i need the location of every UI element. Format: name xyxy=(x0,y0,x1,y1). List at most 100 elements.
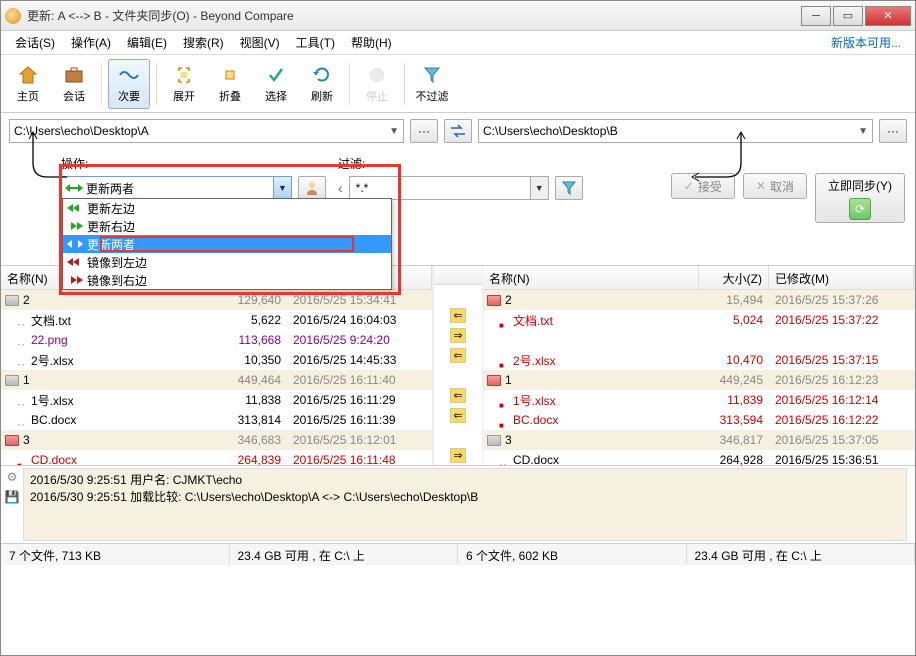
filter-combo[interactable]: *.* ▼ xyxy=(349,176,549,200)
path-bar: C:\Users\echo\Desktop\A▼ ··· C:\Users\ec… xyxy=(1,113,915,149)
new-version-link[interactable]: 新版本可用... xyxy=(823,34,909,51)
menubar: 会话(S) 操作(A) 编辑(E) 搜索(R) 视图(V) 工具(T) 帮助(H… xyxy=(1,31,915,55)
action-cell[interactable]: ⇐ xyxy=(434,405,482,425)
log-line: 2016/5/30 9:25:51 加载比较: C:\Users\echo\De… xyxy=(30,488,900,505)
minimize-button[interactable]: ─ xyxy=(801,6,831,26)
filter-dropdown-button[interactable]: ▼ xyxy=(530,177,548,199)
close-button[interactable]: ✕ xyxy=(865,6,911,26)
file-row[interactable]: BC.docx313,8142016/5/25 16:11:39 xyxy=(1,410,432,430)
gear-icon[interactable]: ⚙ xyxy=(7,470,18,484)
file-row[interactable]: BC.docx313,5942016/5/25 16:12:22 xyxy=(483,410,914,430)
maximize-button[interactable]: ▭ xyxy=(833,6,863,26)
controls-area: 操作: 更新两者 ▼ 更新左边 更新右边 更新两者 镜像到左边 镜像到右边 过滤… xyxy=(1,149,915,229)
file-row[interactable] xyxy=(483,330,914,350)
folder-row[interactable]: 1449,4642016/5/25 16:11:40 xyxy=(1,370,432,390)
app-icon xyxy=(5,8,21,24)
action-cell[interactable]: ⇐ xyxy=(434,345,482,365)
user-icon-button[interactable] xyxy=(298,176,326,200)
operation-label: 操作: xyxy=(61,155,326,172)
col-mod[interactable]: 已修改(M) xyxy=(769,266,914,289)
file-row[interactable]: CD.docx264,8392016/5/25 16:11:48 xyxy=(1,450,432,465)
operation-combo[interactable]: 更新两者 ▼ xyxy=(61,176,292,200)
log-line: 2016/5/30 9:25:51 用户名: CJMKT\echo xyxy=(30,471,900,488)
titlebar: 更新: A <--> B - 文件夹同步(O) - Beyond Compare… xyxy=(1,1,915,31)
status-right-count: 6 个文件, 602 KB xyxy=(458,544,687,565)
menu-edit[interactable]: 编辑(E) xyxy=(119,34,175,51)
folder-row[interactable]: 215,4942016/5/25 15:37:26 xyxy=(483,290,914,310)
action-cell[interactable]: ⇒ xyxy=(434,445,482,465)
file-row[interactable]: CD.docx264,9282016/5/25 15:36:51 xyxy=(483,450,914,465)
file-row[interactable]: 文档.txt5,6222016/5/24 16:04:03 xyxy=(1,310,432,330)
file-row[interactable]: 2号.xlsx10,3502016/5/25 14:45:33 xyxy=(1,350,432,370)
right-list: 名称(N) 大小(Z) 已修改(M) 215,4942016/5/25 15:3… xyxy=(483,266,915,465)
briefcase-icon xyxy=(63,64,85,86)
action-cell[interactable] xyxy=(434,425,482,445)
double-arrow-icon xyxy=(65,180,83,196)
menu-help[interactable]: 帮助(H) xyxy=(343,34,400,51)
cancel-button[interactable]: ✕取消 xyxy=(743,173,807,199)
left-browse-button[interactable]: ··· xyxy=(410,119,438,143)
check-icon xyxy=(265,64,287,86)
right-path-input[interactable]: C:\Users\echo\Desktop\B▼ xyxy=(478,119,873,143)
funnel-icon xyxy=(421,64,443,86)
filter-apply-button[interactable] xyxy=(555,176,583,200)
option-update-both[interactable]: 更新两者 xyxy=(63,235,391,253)
menu-tools[interactable]: 工具(T) xyxy=(288,34,343,51)
file-row[interactable]: 2号.xlsx10,4702016/5/25 15:37:15 xyxy=(483,350,914,370)
save-icon[interactable]: 💾 xyxy=(5,490,20,504)
option-update-right[interactable]: 更新右边 xyxy=(63,217,391,235)
file-lists: 名称(N) 大小(Z) 已修改(M) ▽ 2129,6402016/5/25 1… xyxy=(1,265,915,465)
option-mirror-left[interactable]: 镜像到左边 xyxy=(63,253,391,271)
toolbar-session[interactable]: 会话 xyxy=(53,59,95,109)
toolbar: 主页 会话 次要 展开 折叠 选择 刷新 停止 不过滤 xyxy=(1,55,915,113)
toolbar-minor[interactable]: 次要 xyxy=(108,59,150,109)
window-title: 更新: A <--> B - 文件夹同步(O) - Beyond Compare xyxy=(27,7,799,24)
file-row[interactable]: 22.png113,6682016/5/25 9:24:20 xyxy=(1,330,432,350)
refresh-icon xyxy=(311,64,333,86)
folder-row[interactable]: 1449,2452016/5/25 16:12:23 xyxy=(483,370,914,390)
option-update-left[interactable]: 更新左边 xyxy=(63,199,391,217)
col-name[interactable]: 名称(N) xyxy=(483,266,699,289)
filter-label: 过滤: xyxy=(338,155,653,172)
toolbar-refresh[interactable]: 刷新 xyxy=(301,59,343,109)
right-browse-button[interactable]: ··· xyxy=(879,119,907,143)
sync-now-button[interactable]: 立即同步(Y)⟳ xyxy=(815,173,905,223)
toolbar-expand[interactable]: 展开 xyxy=(163,59,205,109)
toolbar-home[interactable]: 主页 xyxy=(7,59,49,109)
chevron-down-icon[interactable]: ▼ xyxy=(389,126,399,137)
file-row[interactable]: 1号.xlsx11,8392016/5/25 16:12:14 xyxy=(483,390,914,410)
folder-row[interactable]: 3346,8172016/5/25 15:37:05 xyxy=(483,430,914,450)
action-cell[interactable]: ⇒ xyxy=(434,325,482,345)
toolbar-collapse[interactable]: 折叠 xyxy=(209,59,251,109)
left-path-input[interactable]: C:\Users\echo\Desktop\A▼ xyxy=(9,119,404,143)
folder-row[interactable]: 2129,6402016/5/25 15:34:41 xyxy=(1,290,432,310)
menu-view[interactable]: 视图(V) xyxy=(232,34,288,51)
chevron-left-icon: ‹ xyxy=(338,180,343,196)
menu-session[interactable]: 会话(S) xyxy=(7,34,63,51)
sync-icon: ⟳ xyxy=(849,198,871,220)
file-row[interactable]: 文档.txt5,0242016/5/25 15:37:22 xyxy=(483,310,914,330)
action-cell[interactable] xyxy=(434,365,482,385)
action-cell[interactable]: ⇐ xyxy=(434,305,482,325)
toolbar-nofilter[interactable]: 不过滤 xyxy=(411,59,453,109)
menu-action[interactable]: 操作(A) xyxy=(63,34,119,51)
home-icon xyxy=(17,64,39,86)
swap-button[interactable] xyxy=(444,119,472,143)
col-size[interactable]: 大小(Z) xyxy=(699,266,769,289)
option-mirror-right[interactable]: 镜像到右边 xyxy=(63,271,391,289)
operation-dropdown[interactable]: 更新左边 更新右边 更新两者 镜像到左边 镜像到右边 xyxy=(62,198,392,290)
action-column: ⇐⇒⇐⇐⇐⇒ xyxy=(433,266,483,465)
stop-icon xyxy=(366,64,388,86)
action-cell[interactable] xyxy=(434,285,482,305)
file-row[interactable]: 1号.xlsx11,8382016/5/25 16:11:29 xyxy=(1,390,432,410)
action-cell[interactable]: ⇐ xyxy=(434,385,482,405)
chevron-down-icon[interactable]: ▼ xyxy=(858,126,868,137)
log-area: ⚙ 💾 2016/5/30 9:25:51 用户名: CJMKT\echo 20… xyxy=(1,465,915,543)
accept-button[interactable]: ✓接受 xyxy=(671,173,735,199)
toolbar-stop[interactable]: 停止 xyxy=(356,59,398,109)
combo-dropdown-button[interactable]: ▼ xyxy=(273,177,291,199)
folder-row[interactable]: 3346,6832016/5/25 16:12:01 xyxy=(1,430,432,450)
menu-search[interactable]: 搜索(R) xyxy=(175,34,232,51)
toolbar-select[interactable]: 选择 xyxy=(255,59,297,109)
status-left-disk: 23.4 GB 可用 , 在 C:\ 上 xyxy=(230,544,459,565)
